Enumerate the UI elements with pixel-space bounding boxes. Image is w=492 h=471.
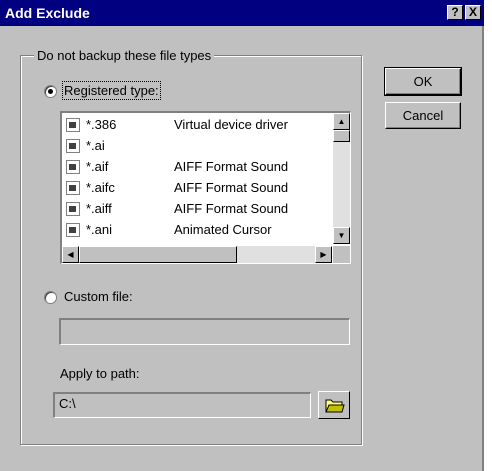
horizontal-scrollbar[interactable]: ◀ ▶ [62, 246, 332, 263]
registered-type-label[interactable]: Registered type: [62, 81, 161, 100]
list-item[interactable]: *.ani Animated Cursor [64, 220, 332, 240]
path-field[interactable]: C:\ [53, 392, 311, 418]
list-item-extension: *.386 [86, 117, 117, 132]
group-label: Do not backup these file types [34, 48, 215, 63]
list-item[interactable]: *.aiff AIFF Format Sound [64, 199, 332, 219]
ok-button[interactable]: OK [384, 67, 462, 96]
custom-file-field[interactable] [59, 318, 350, 345]
sound-file-icon [66, 223, 80, 237]
folder-icon [325, 399, 345, 413]
list-item-description: AIFF Format Sound [174, 180, 289, 195]
scroll-up-arrow-icon[interactable]: ▲ [333, 113, 350, 130]
list-item-extension: *.ani [86, 222, 113, 237]
cancel-button[interactable]: Cancel [385, 102, 461, 129]
list-item[interactable]: *.aif AIFF Format Sound [64, 157, 332, 177]
radio-selected-dot [48, 89, 53, 94]
scrollbar-corner [333, 246, 350, 263]
list-item-extension: *.aifc [86, 180, 115, 195]
list-item-description: Animated Cursor [174, 222, 272, 237]
sound-file-icon [66, 139, 80, 153]
sound-file-icon [66, 202, 80, 216]
list-item-extension: *.ai [86, 138, 105, 153]
help-button[interactable]: ? [447, 5, 463, 20]
window-title: Add Exclude [5, 5, 90, 21]
driver-file-icon [66, 118, 80, 132]
sound-file-icon [66, 160, 80, 174]
list-item[interactable]: *.aifc AIFF Format Sound [64, 178, 332, 198]
custom-file-radio[interactable] [44, 291, 57, 304]
list-item[interactable]: *.386 Virtual device driver [64, 115, 332, 135]
vertical-scrollbar[interactable]: ▲ ▼ [333, 113, 350, 244]
list-item-description: AIFF Format Sound [174, 201, 289, 216]
list-item-extension: *.aif [86, 159, 109, 174]
list-item-extension: *.aiff [86, 201, 112, 216]
apply-to-path-label: Apply to path: [60, 366, 140, 381]
list-item-description: Virtual device driver [174, 117, 288, 132]
horizontal-scroll-thumb[interactable] [79, 246, 237, 263]
scroll-down-arrow-icon[interactable]: ▼ [333, 227, 350, 244]
file-type-list[interactable]: *.386 Virtual device driver *.ai *.aif A… [60, 111, 351, 264]
add-exclude-dialog: Add Exclude ? X Do not backup these file… [0, 0, 484, 471]
scroll-right-arrow-icon[interactable]: ▶ [315, 246, 332, 263]
close-button[interactable]: X [465, 5, 481, 20]
custom-file-label[interactable]: Custom file: [64, 289, 133, 304]
sound-file-icon [66, 181, 80, 195]
scroll-left-arrow-icon[interactable]: ◀ [62, 246, 79, 263]
registered-type-radio[interactable] [44, 85, 57, 98]
title-bar[interactable]: Add Exclude ? X [0, 0, 484, 26]
browse-button[interactable] [318, 391, 350, 419]
list-item[interactable]: *.ai [64, 136, 332, 156]
list-item-description: AIFF Format Sound [174, 159, 289, 174]
vertical-scroll-thumb[interactable] [333, 130, 350, 142]
